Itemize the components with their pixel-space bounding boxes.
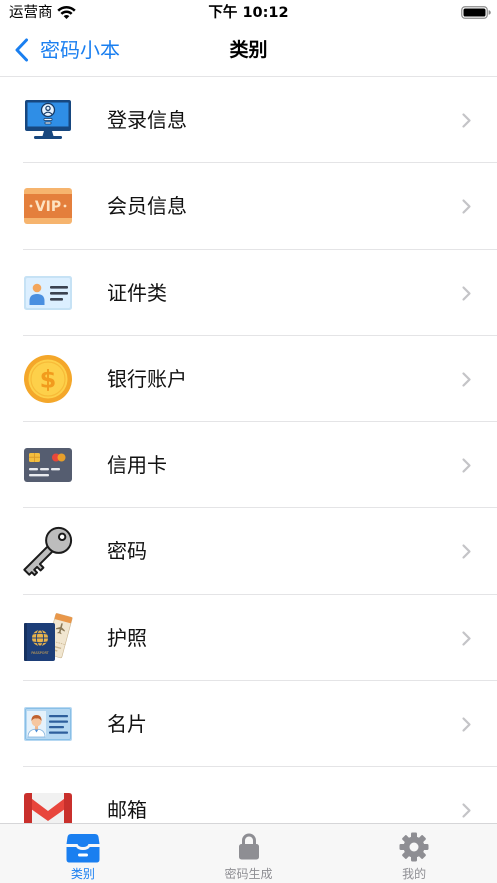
category-list: 登录信息 VIP 会员信息 证件类 $ 银行账户 信用卡 密码 PASSPORT… [0,77,497,883]
category-row-credit-card[interactable]: 信用卡 [0,422,497,509]
chevron-right-icon [462,803,471,818]
category-label: 登录信息 [107,108,187,132]
chevron-right-icon [462,717,471,732]
vip-icon-text: VIP [35,199,61,215]
category-row-bank-account[interactable]: $ 银行账户 [0,336,497,423]
lock-icon [238,832,260,860]
category-label: 会员信息 [107,194,187,219]
category-label: 名片 [107,712,147,737]
chevron-right-icon [462,372,471,387]
business-card-icon [23,699,73,749]
coin-icon-text: $ [40,365,57,393]
tab-password-generator[interactable]: 密码生成 [166,824,332,883]
status-time: 下午 10:12 [208,5,289,21]
gear-icon [399,832,429,862]
nav-bar: 密码小本 类别 [0,26,497,77]
chevron-right-icon [462,544,471,560]
category-row-password[interactable]: 密码 [0,508,497,596]
tab-label: 密码生成 [224,867,273,881]
category-row-login-info[interactable]: 登录信息 [0,77,497,164]
coin-icon: $ [23,354,73,404]
tab-label: 类别 [70,867,95,881]
chevron-right-icon [462,631,471,646]
category-label: 证件类 [107,280,167,305]
page-title: 类别 [229,39,268,61]
key-icon [23,526,73,577]
chevron-right-icon [462,199,471,214]
category-row-business-card[interactable]: 名片 [0,681,497,768]
battery-icon [461,6,491,19]
category-row-passport[interactable]: PASSPORT 护照 [0,595,497,682]
category-row-membership-info[interactable]: VIP 会员信息 [0,163,497,250]
status-bar: 运营商 下午 10:12 [0,0,497,26]
tray-icon [65,832,101,864]
category-label: 密码 [107,539,147,564]
passport-icon-text: PASSPORT [31,651,49,655]
tab-categories[interactable]: 类别 [0,824,166,883]
category-label: 银行账户 [107,366,187,391]
category-row-id-documents[interactable]: 证件类 [0,250,497,337]
credit-card-icon [23,440,73,490]
category-label: 信用卡 [107,453,167,478]
monitor-user-icon [23,95,73,145]
tab-profile[interactable]: 我的 [331,824,497,883]
id-card-icon [23,268,73,318]
chevron-right-icon [462,458,471,473]
tab-bar: 类别 密码生成 我的 [0,823,497,883]
passport-icon: PASSPORT [23,612,73,663]
category-label: 护照 [107,625,147,650]
chevron-right-icon [462,113,471,128]
chevron-right-icon [462,285,471,301]
vip-card-icon: VIP [23,181,73,231]
tab-label: 我的 [402,867,427,881]
